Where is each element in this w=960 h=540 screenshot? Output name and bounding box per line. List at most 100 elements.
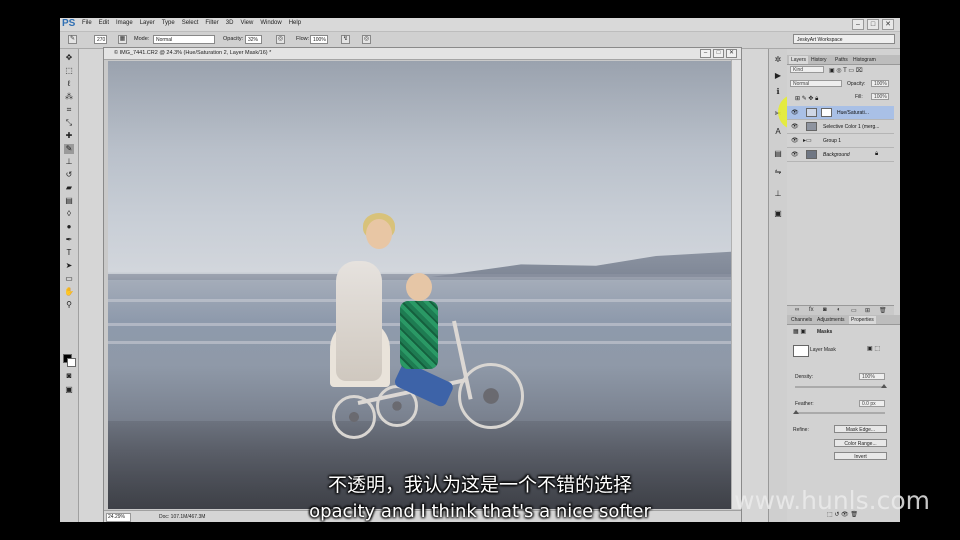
menu-window[interactable]: Window: [260, 20, 281, 26]
brush-size-picker[interactable]: 270: [94, 35, 107, 44]
background-color-swatch[interactable]: [67, 358, 76, 367]
layer-filter-kind[interactable]: Kind: [790, 66, 824, 73]
layer-mask-thumbnail[interactable]: [821, 108, 832, 117]
healing-tool-icon[interactable]: ✚: [64, 131, 74, 141]
mask-edge-button[interactable]: Mask Edge...: [834, 425, 887, 433]
layer-row-group[interactable]: 👁︎ ▸▭ Group 1: [787, 134, 894, 148]
menu-edit[interactable]: Edit: [99, 20, 109, 26]
add-mask-icon[interactable]: ◙: [823, 307, 827, 313]
new-group-icon[interactable]: ▭: [851, 307, 857, 314]
clone-stamp-tool-icon[interactable]: ⊥: [64, 157, 74, 167]
dodge-tool-icon[interactable]: ●: [64, 222, 74, 232]
tab-properties[interactable]: Properties: [849, 316, 876, 324]
lasso-tool-icon[interactable]: ℓ: [64, 79, 74, 89]
vertical-scrollbar[interactable]: [731, 60, 741, 509]
screen-mode-icon[interactable]: ▣: [64, 385, 74, 395]
tab-histogram[interactable]: Histogram: [851, 56, 878, 64]
maximize-button[interactable]: □: [867, 19, 879, 30]
link-icon[interactable]: ∞: [795, 307, 799, 313]
marquee-tool-icon[interactable]: ⬚: [64, 66, 74, 76]
layer-row-hue-saturation[interactable]: 👁︎ Hue/Saturati...: [787, 106, 894, 120]
new-adjustment-icon[interactable]: ◐: [837, 307, 841, 313]
brush-tool-icon[interactable]: ✎: [68, 35, 77, 44]
pressure-opacity-icon[interactable]: ◎: [276, 35, 285, 44]
visibility-eye-icon[interactable]: 👁︎: [791, 109, 799, 116]
info-icon[interactable]: ℹ: [773, 87, 783, 97]
quick-mask-icon[interactable]: ◙: [64, 371, 74, 381]
doc-close-button[interactable]: ✕: [726, 49, 737, 58]
visibility-eye-icon[interactable]: 👁︎: [791, 123, 799, 130]
menu-select[interactable]: Select: [182, 20, 199, 26]
feather-slider-knob[interactable]: [793, 410, 799, 414]
fx-icon[interactable]: fx: [809, 307, 814, 313]
navigator-icon[interactable]: ✲: [773, 55, 783, 65]
layer-fill-input[interactable]: 100%: [871, 93, 889, 100]
new-layer-icon[interactable]: ⊞: [865, 307, 870, 314]
menu-help[interactable]: Help: [289, 20, 301, 26]
tab-layers[interactable]: Layers: [789, 56, 809, 64]
brush-panel-icon[interactable]: ▦: [118, 35, 127, 44]
flow-input[interactable]: 100%: [310, 35, 328, 44]
notes-icon[interactable]: ▣: [773, 209, 783, 219]
opacity-input[interactable]: 32%: [245, 35, 262, 44]
shape-tool-icon[interactable]: ▭: [64, 274, 74, 284]
feather-slider[interactable]: [795, 412, 885, 414]
workspace-select[interactable]: JeskyArt Workspace: [793, 34, 895, 44]
crop-tool-icon[interactable]: ⌗: [64, 105, 74, 115]
density-input[interactable]: 100%: [859, 373, 885, 380]
image-canvas[interactable]: [108, 61, 731, 509]
mode-select[interactable]: Normal: [153, 35, 215, 44]
quick-select-tool-icon[interactable]: ⁂: [64, 92, 74, 102]
pressure-size-icon[interactable]: ◎: [362, 35, 371, 44]
density-slider[interactable]: [795, 386, 885, 388]
airbrush-icon[interactable]: ↯: [341, 35, 350, 44]
blend-mode-select[interactable]: Normal: [790, 80, 842, 87]
menu-layer[interactable]: Layer: [140, 20, 155, 26]
menu-view[interactable]: View: [240, 20, 253, 26]
doc-maximize-button[interactable]: □: [713, 49, 724, 58]
zoom-tool-icon[interactable]: ⚲: [64, 300, 74, 310]
gradient-tool-icon[interactable]: ▤: [64, 196, 74, 206]
density-slider-knob[interactable]: [881, 384, 887, 388]
layer-filter-icons[interactable]: ▣ ◎ T ▭ ⌧: [829, 67, 863, 74]
path-select-tool-icon[interactable]: ➤: [64, 261, 74, 271]
history-brush-tool-icon[interactable]: ↺: [64, 170, 74, 180]
paragraph-icon[interactable]: ▤: [773, 149, 783, 159]
adjustments-icon[interactable]: ⇋: [773, 167, 783, 177]
visibility-eye-icon[interactable]: 👁︎: [791, 137, 799, 144]
layer-row-background[interactable]: 👁︎ Background 🔒︎: [787, 148, 894, 162]
move-tool-icon[interactable]: ✥: [64, 53, 74, 63]
color-range-button[interactable]: Color Range...: [834, 439, 887, 447]
layer-opacity-input[interactable]: 100%: [871, 80, 889, 87]
hand-tool-icon[interactable]: ✋: [64, 287, 74, 297]
tab-adjustments[interactable]: Adjustments: [815, 316, 847, 324]
tab-history[interactable]: History: [809, 56, 829, 64]
menu-3d[interactable]: 3D: [226, 20, 234, 26]
menu-image[interactable]: Image: [116, 20, 133, 26]
close-button[interactable]: ✕: [882, 19, 894, 30]
doc-minimize-button[interactable]: –: [700, 49, 711, 58]
lock-icons[interactable]: ⊞ ✎ ✥ 🔒︎: [795, 95, 818, 103]
blur-tool-icon[interactable]: ◊: [64, 209, 74, 219]
menu-file[interactable]: File: [82, 20, 92, 26]
eraser-tool-icon[interactable]: ▰: [64, 183, 74, 193]
align-icon[interactable]: ⊥: [773, 189, 783, 199]
visibility-eye-icon[interactable]: 👁︎: [791, 151, 799, 158]
actions-play-icon[interactable]: ▶: [773, 71, 783, 81]
mask-type-icons[interactable]: ▣ ⬚: [867, 345, 880, 352]
brush-tool-icon[interactable]: ✎: [64, 144, 74, 154]
trash-icon[interactable]: 🗑︎: [879, 307, 887, 314]
eyedropper-tool-icon[interactable]: ⤡: [64, 118, 74, 128]
type-tool-icon[interactable]: T: [64, 248, 74, 258]
document-tab[interactable]: © IMG_7441.CR2 @ 24.3% (Hue/Saturation 2…: [104, 48, 741, 60]
tab-channels[interactable]: Channels: [789, 316, 814, 324]
invert-button[interactable]: Invert: [834, 452, 887, 460]
feather-input[interactable]: 0.0 px: [859, 400, 885, 407]
menu-filter[interactable]: Filter: [205, 20, 218, 26]
tab-paths[interactable]: Paths: [833, 56, 850, 64]
minimize-button[interactable]: –: [852, 19, 864, 30]
character-icon[interactable]: A: [773, 127, 783, 137]
pen-tool-icon[interactable]: ✒: [64, 235, 74, 245]
layer-row-selective-color[interactable]: 👁︎ Selective Color 1 (merg...: [787, 120, 894, 134]
menu-type[interactable]: Type: [162, 20, 175, 26]
